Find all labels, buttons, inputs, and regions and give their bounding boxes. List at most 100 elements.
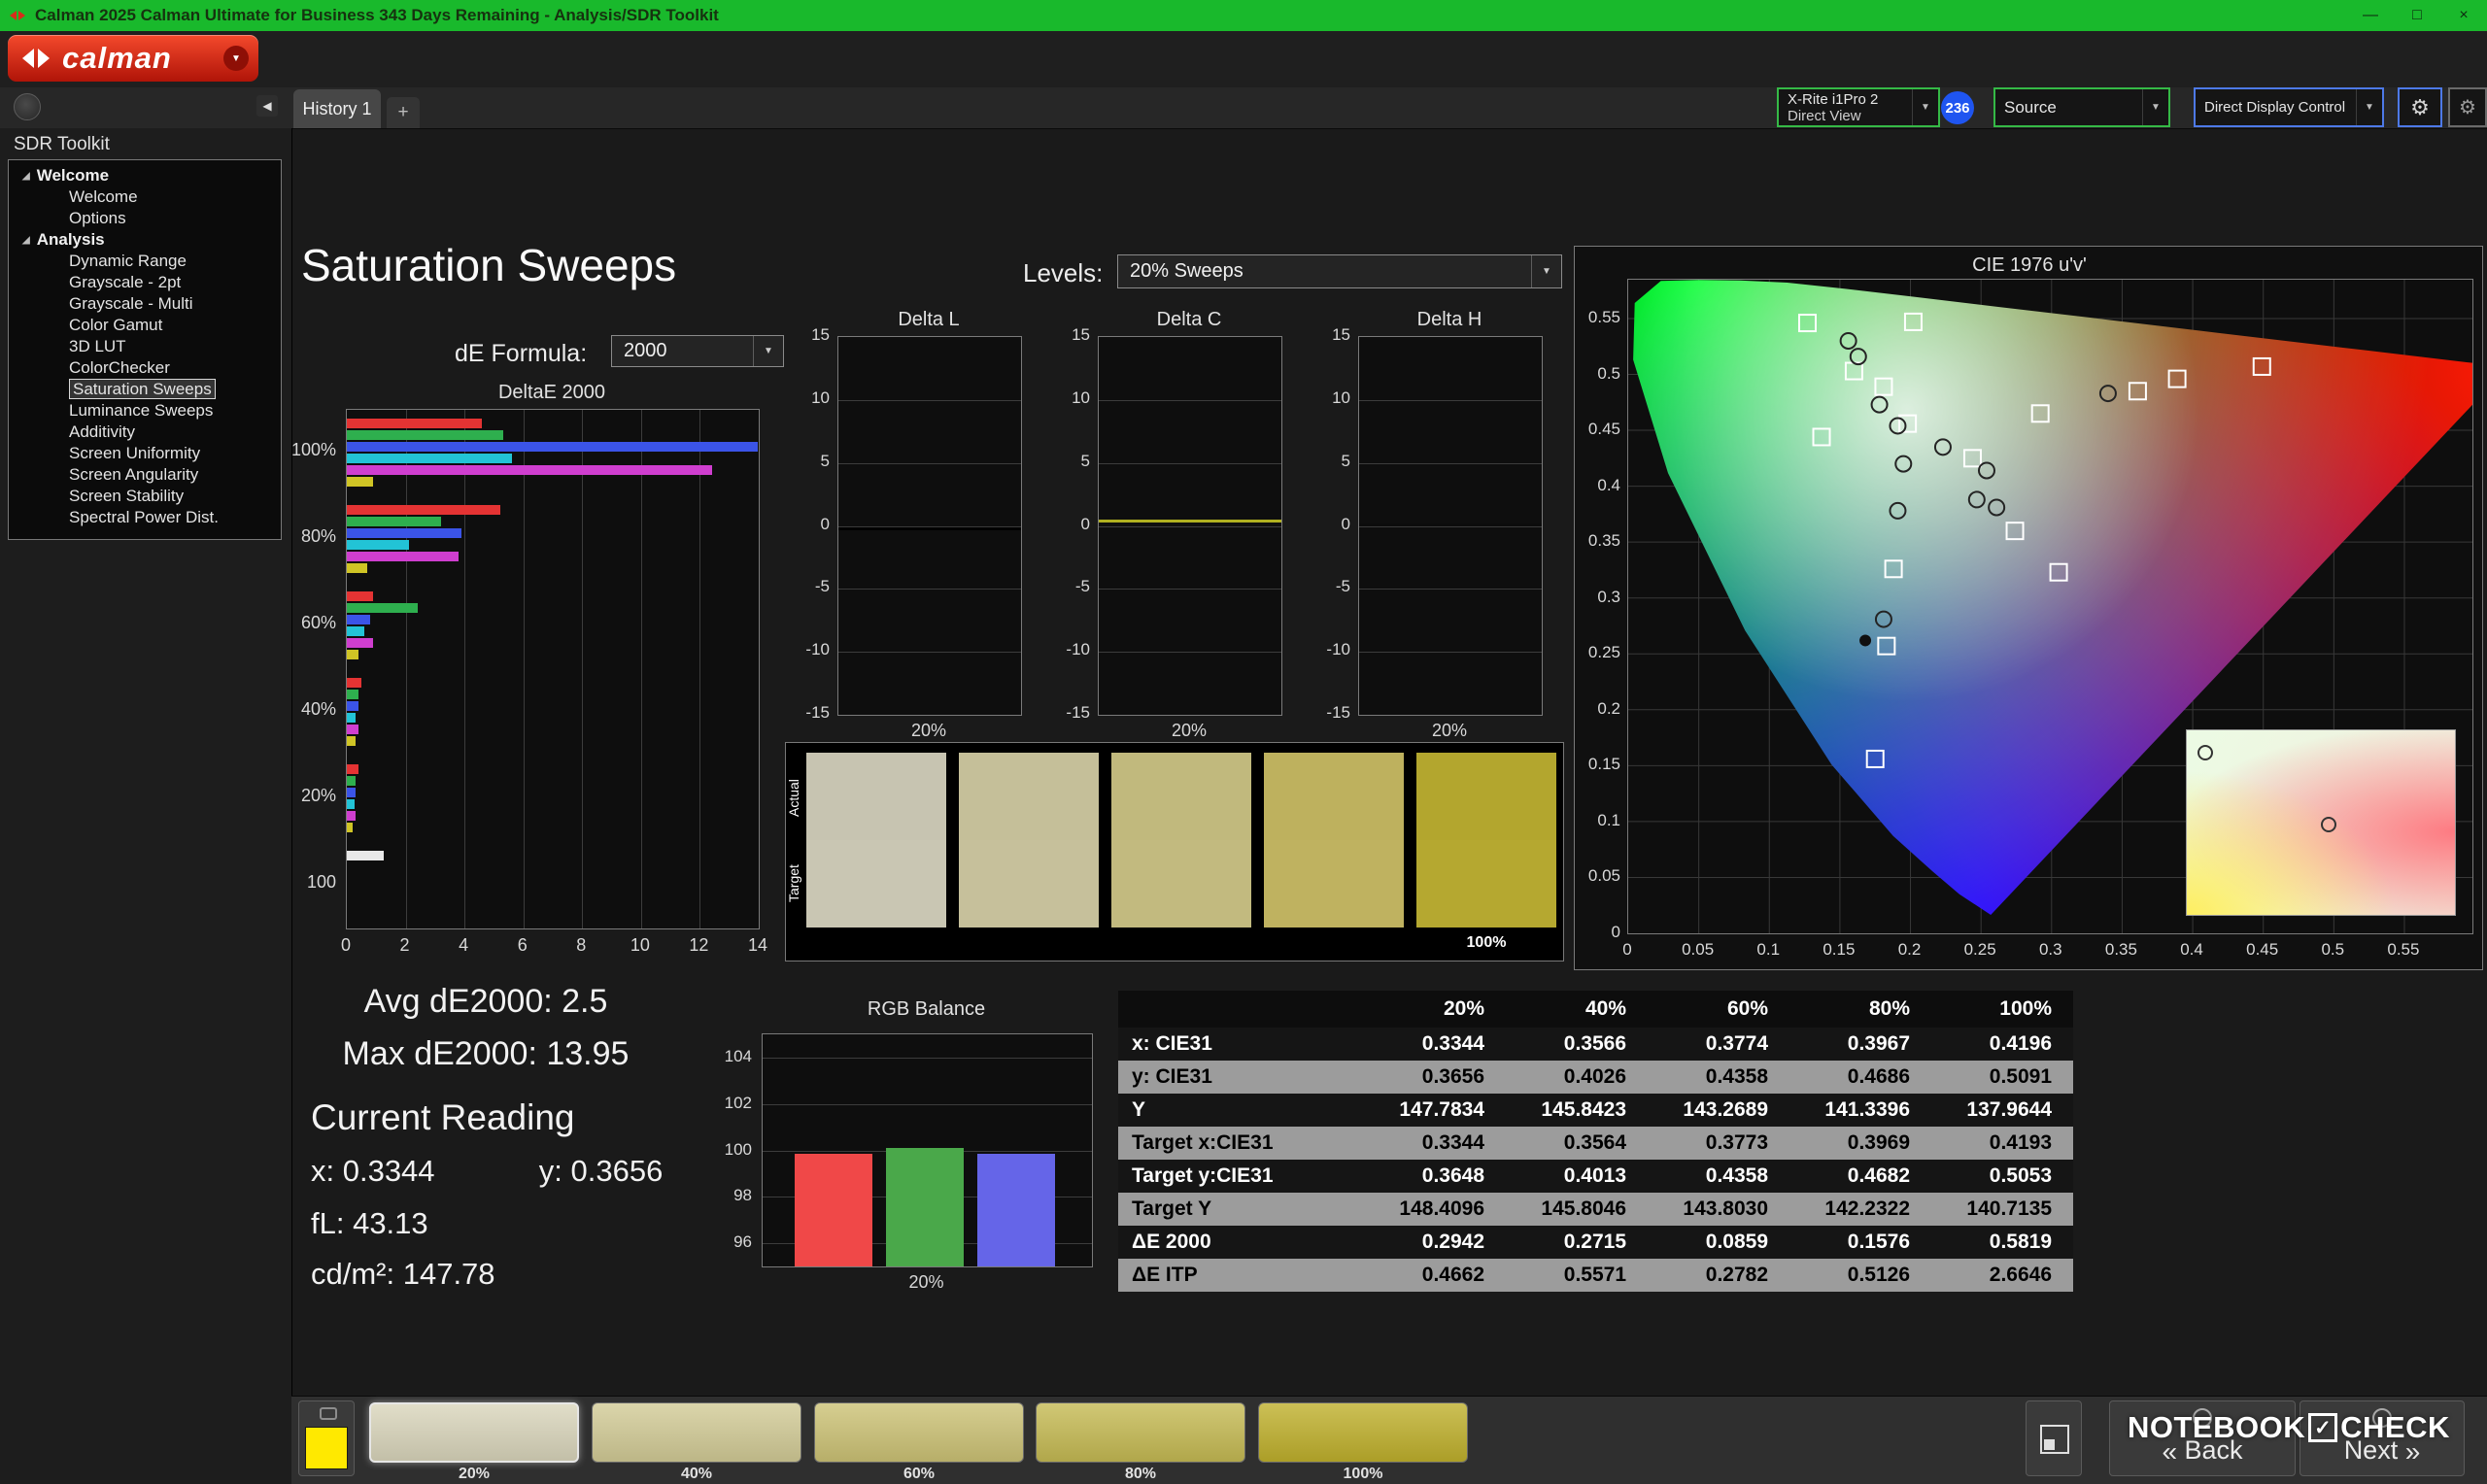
sidebar-info-button[interactable] <box>14 93 41 120</box>
next-button[interactable]: Next » <box>2300 1400 2465 1476</box>
table-cell: 0.0859 <box>1648 1226 1789 1259</box>
close-button[interactable]: × <box>2440 0 2487 31</box>
deltae-x-tick: 8 <box>562 935 600 956</box>
delta-h-chart <box>1358 336 1543 716</box>
back-button[interactable]: « Back <box>2109 1400 2296 1476</box>
table-cell: 0.5091 <box>1931 1061 2073 1094</box>
meter-dropdown-text: X-Rite i1Pro 2 Direct View <box>1779 89 1912 125</box>
tree-section-welcome[interactable]: ◢Welcome <box>9 165 281 186</box>
delta-line <box>1359 523 1542 526</box>
table-cell: 140.7135 <box>1931 1193 2073 1226</box>
rgb-y-tick: 96 <box>698 1232 752 1252</box>
de-formula-value: 2000 <box>612 336 753 366</box>
gridline <box>1359 463 1542 464</box>
cie-x-tick: 0.25 <box>1959 940 2001 960</box>
gridline <box>1359 400 1542 401</box>
cie-y-tick: 0.4 <box>1566 476 1620 495</box>
deltae-bar <box>347 430 503 440</box>
patch-button-100%[interactable] <box>1258 1402 1468 1463</box>
settings-2-button[interactable]: ⚙ <box>2448 87 2487 127</box>
de-formula-dropdown[interactable]: 2000 ▼ <box>611 335 784 367</box>
page-title: Saturation Sweeps <box>301 239 676 291</box>
tree-item-saturation-sweeps[interactable]: Saturation Sweeps <box>9 379 281 400</box>
table-cell: 0.3648 <box>1364 1160 1506 1193</box>
table-cell: 0.2782 <box>1648 1259 1789 1292</box>
gridline <box>763 1058 1092 1059</box>
patch-button-60%[interactable] <box>814 1402 1024 1463</box>
table-cell: 145.8423 <box>1506 1094 1648 1127</box>
next-circle-icon <box>2372 1408 2392 1428</box>
maximize-button[interactable]: □ <box>2394 0 2440 31</box>
delta-y-tick: -5 <box>777 577 830 596</box>
tree-item-color-gamut[interactable]: Color Gamut <box>9 315 281 336</box>
calman-logo[interactable]: calman ▼ <box>8 35 258 82</box>
tree-item-screen-angularity[interactable]: Screen Angularity <box>9 464 281 486</box>
table-cell: 0.4358 <box>1648 1061 1789 1094</box>
deltae-bar <box>347 788 356 797</box>
deltae-x-tick: 6 <box>503 935 542 956</box>
source-dropdown[interactable]: Source ▼ <box>1993 87 2170 127</box>
deltae-bar <box>347 811 356 821</box>
gridline <box>699 410 700 928</box>
deltae-bar <box>347 736 356 746</box>
table-cell: 0.3656 <box>1364 1061 1506 1094</box>
window-controls: — □ × <box>2347 0 2487 31</box>
patch-button-40%[interactable] <box>592 1402 801 1463</box>
measurement-table: 20%40%60%80%100%x: CIE310.33440.35660.37… <box>1118 991 2073 1292</box>
tree-section-analysis[interactable]: ◢Analysis <box>9 229 281 251</box>
meter-dropdown[interactable]: X-Rite i1Pro 2 Direct View ▼ <box>1777 87 1940 127</box>
current-patch-button[interactable] <box>298 1400 355 1476</box>
levels-dropdown[interactable]: 20% Sweeps ▼ <box>1117 254 1562 288</box>
cie-y-tick: 0.5 <box>1566 364 1620 384</box>
deltae-bar <box>347 851 384 860</box>
tree-item-spectral-power-dist-[interactable]: Spectral Power Dist. <box>9 507 281 528</box>
tree-item-dynamic-range[interactable]: Dynamic Range <box>9 251 281 272</box>
delta-y-tick: 10 <box>777 388 830 408</box>
patch-button-80%[interactable] <box>1036 1402 1245 1463</box>
table-header-cell: 60% <box>1648 991 1789 1028</box>
deltae-bar <box>347 776 356 786</box>
delta-y-tick: 10 <box>1038 388 1090 408</box>
delta-h-x-label: 20% <box>1358 721 1541 741</box>
source-label: Source <box>2004 98 2142 118</box>
tree-item-welcome[interactable]: Welcome <box>9 186 281 208</box>
table-row-label: Y <box>1118 1094 1364 1127</box>
add-tab-button[interactable]: + <box>387 97 420 128</box>
settings-button[interactable]: ⚙ <box>2398 87 2442 127</box>
deltae-bar <box>347 615 370 624</box>
tab-history-1[interactable]: History 1 <box>293 89 381 128</box>
patch-button-20%[interactable] <box>369 1402 579 1463</box>
chevron-down-icon: ▼ <box>2142 89 2168 125</box>
delta-h-title: Delta H <box>1358 309 1541 331</box>
tree-item-additivity[interactable]: Additivity <box>9 422 281 443</box>
layout-button[interactable] <box>2026 1400 2082 1476</box>
deltae-chart-title: DeltaE 2000 <box>346 382 758 404</box>
display-control-dropdown[interactable]: Direct Display Control ▼ <box>2194 87 2384 127</box>
tree-item-colorchecker[interactable]: ColorChecker <box>9 357 281 379</box>
minimize-button[interactable]: — <box>2347 0 2394 31</box>
deltae-bar <box>347 442 758 452</box>
tree-item-screen-stability[interactable]: Screen Stability <box>9 486 281 507</box>
logo-menu-arrow-icon[interactable]: ▼ <box>223 46 249 71</box>
tree-item-options[interactable]: Options <box>9 208 281 229</box>
table-cell: 0.5571 <box>1506 1259 1648 1292</box>
cie-x-tick: 0.5 <box>2311 940 2354 960</box>
cie-y-tick: 0.1 <box>1566 811 1620 830</box>
table-header-cell: 80% <box>1789 991 1931 1028</box>
delta-l-x-label: 20% <box>837 721 1020 741</box>
delta-y-tick: 15 <box>1298 325 1350 345</box>
tree-item-screen-uniformity[interactable]: Screen Uniformity <box>9 443 281 464</box>
gridline <box>1359 589 1542 590</box>
sidebar-collapse-button[interactable]: ◀ <box>256 95 278 117</box>
tree-item-luminance-sweeps[interactable]: Luminance Sweeps <box>9 400 281 422</box>
table-row-label: x: CIE31 <box>1118 1028 1364 1061</box>
reading-fl: fL: 43.13 <box>311 1206 428 1241</box>
table-cell: 0.1576 <box>1789 1226 1931 1259</box>
tree-item-grayscale-2pt[interactable]: Grayscale - 2pt <box>9 272 281 293</box>
rgb-y-tick: 98 <box>698 1186 752 1205</box>
cie-y-tick: 0 <box>1566 923 1620 942</box>
delta-y-tick: -5 <box>1038 577 1090 596</box>
tree-item-3d-lut[interactable]: 3D LUT <box>9 336 281 357</box>
gridline <box>763 1104 1092 1105</box>
tree-item-grayscale-multi[interactable]: Grayscale - Multi <box>9 293 281 315</box>
